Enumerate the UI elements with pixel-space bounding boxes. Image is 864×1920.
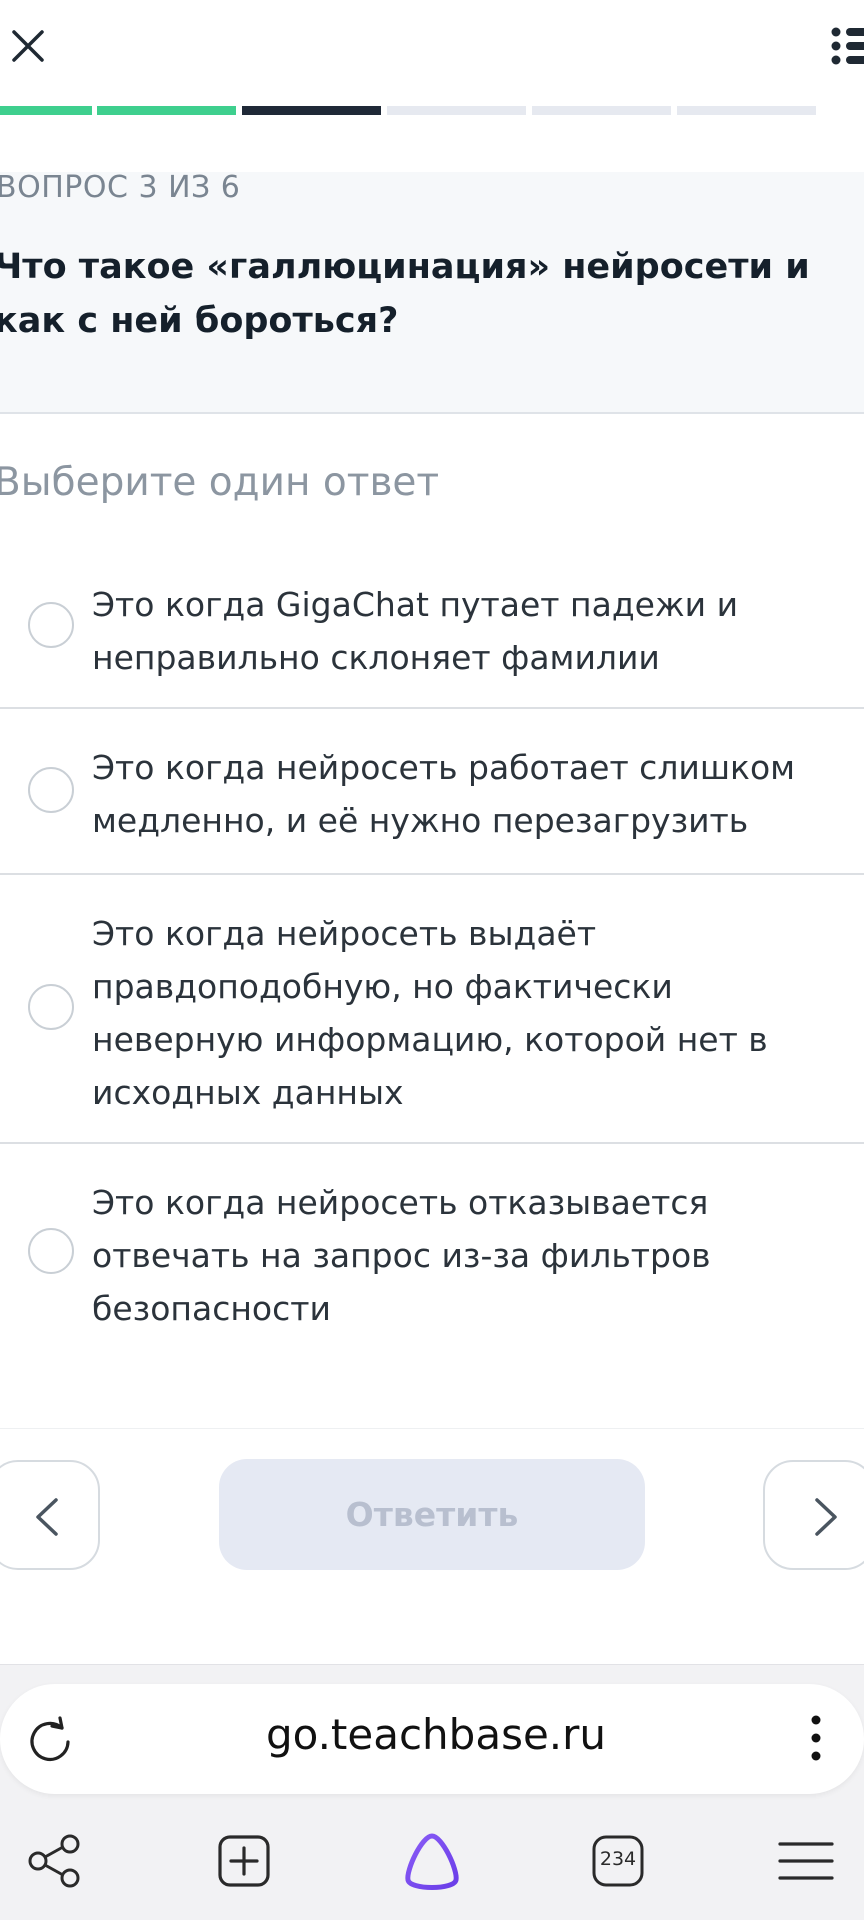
more-vertical-icon[interactable] bbox=[800, 1712, 832, 1768]
chevron-right-icon bbox=[815, 1498, 837, 1536]
chevron-left-icon bbox=[36, 1498, 58, 1536]
progress-segment bbox=[97, 106, 236, 115]
progress-segment bbox=[242, 106, 381, 115]
reload-icon[interactable] bbox=[24, 1714, 76, 1766]
answer-option-text: Это когда нейросеть выдаёт правдоподобну… bbox=[92, 914, 768, 1112]
radio-button[interactable] bbox=[28, 767, 74, 813]
answer-option-1[interactable]: Это когда GigaChat путает падежи и непра… bbox=[0, 560, 864, 709]
answer-option-text: Это когда GigaChat путает падежи и непра… bbox=[92, 585, 739, 677]
top-bar bbox=[0, 0, 864, 100]
previous-question-button[interactable] bbox=[0, 1460, 100, 1570]
next-question-button[interactable] bbox=[763, 1460, 864, 1570]
share-icon[interactable] bbox=[26, 1832, 84, 1890]
quiz-page: ВОПРОС 3 ИЗ 6 Что такое «галлюцинация» н… bbox=[0, 0, 864, 1920]
question-list-icon[interactable] bbox=[826, 22, 864, 70]
tabs-counter-icon[interactable]: 234 bbox=[590, 1833, 646, 1889]
submit-answer-button[interactable]: Ответить bbox=[219, 1459, 645, 1570]
close-icon[interactable] bbox=[4, 22, 52, 70]
progress-segment bbox=[532, 106, 671, 115]
answer-option-4[interactable]: Это когда нейросеть отказывается отвечат… bbox=[0, 1144, 864, 1344]
progress-segment bbox=[0, 106, 92, 115]
tabs-count: 234 bbox=[599, 1848, 637, 1870]
answer-option-text: Это когда нейросеть работает слишком мед… bbox=[92, 748, 796, 840]
question-text: Что такое «галлюцинация» нейросети и как… bbox=[0, 247, 810, 341]
answer-hint: Выберите один ответ bbox=[0, 460, 440, 505]
new-tab-icon[interactable] bbox=[216, 1833, 272, 1889]
progress-segment bbox=[387, 106, 526, 115]
answer-option-text: Это когда нейросеть отказывается отвечат… bbox=[92, 1183, 711, 1328]
progress-segment bbox=[677, 106, 816, 115]
question-counter: ВОПРОС 3 ИЗ 6 bbox=[0, 170, 241, 205]
answer-option-3[interactable]: Это когда нейросеть выдаёт правдоподобну… bbox=[0, 875, 864, 1144]
question-progress-bar bbox=[0, 106, 864, 115]
radio-button[interactable] bbox=[28, 1228, 74, 1274]
radio-button[interactable] bbox=[28, 984, 74, 1030]
radio-button[interactable] bbox=[28, 602, 74, 648]
alice-assistant-icon[interactable] bbox=[400, 1830, 464, 1894]
hamburger-menu-icon[interactable] bbox=[776, 1836, 836, 1886]
answer-option-2[interactable]: Это когда нейросеть работает слишком мед… bbox=[0, 709, 864, 875]
url-text[interactable]: go.teachbase.ru bbox=[130, 1710, 742, 1759]
